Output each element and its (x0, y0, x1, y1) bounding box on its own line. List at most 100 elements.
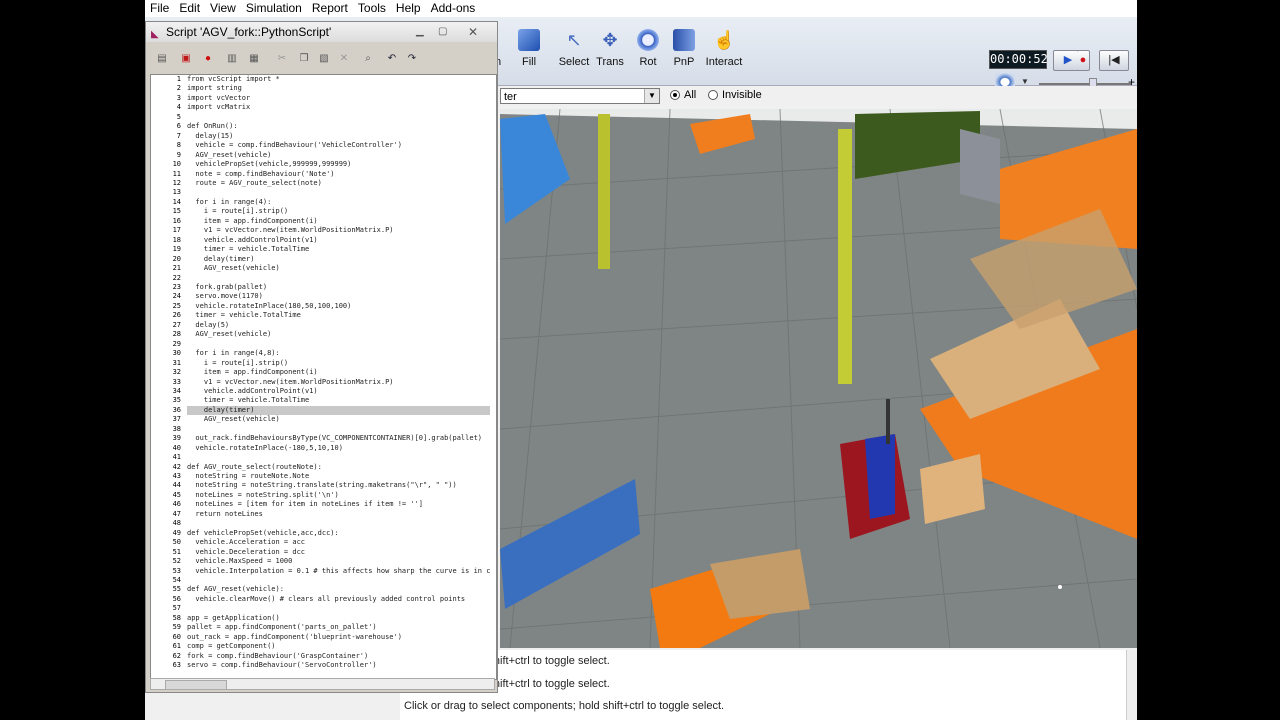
compile-icon[interactable]: ▣ (176, 49, 196, 69)
code-line[interactable]: vehicle.Acceleration = acc (187, 538, 490, 547)
code-line[interactable] (187, 576, 490, 585)
menu-file[interactable]: File (145, 0, 174, 16)
code-line[interactable]: timer = vehicle.TotalTime (187, 245, 490, 254)
script-title-bar[interactable]: ◣ Script 'AGV_fork::PythonScript' ▁ ▢ ✕ (146, 22, 497, 42)
undo-icon[interactable]: ↶ (382, 49, 402, 69)
paste-icon[interactable]: ▧ (314, 49, 334, 69)
code-line[interactable]: from vcScript import * (187, 75, 490, 84)
code-line[interactable]: vehicle.rotateInPlace(-180,5,10,10) (187, 444, 490, 453)
code-line[interactable] (187, 425, 490, 434)
speed-slider[interactable]: + (1039, 75, 1135, 91)
code-line[interactable]: route = AGV_route_select(note) (187, 179, 490, 188)
copy-icon[interactable]: ❐ (294, 49, 314, 69)
code-line[interactable]: servo.move(1170) (187, 292, 490, 301)
code-line[interactable]: for i in range(4,8): (187, 349, 490, 358)
speed-dropdown-arrow[interactable]: ▼ (1021, 77, 1029, 86)
console-scrollbar[interactable] (1126, 650, 1137, 720)
code-line[interactable]: noteLines = [item for item in noteLines … (187, 500, 490, 509)
code-line[interactable]: noteString = noteString.translate(string… (187, 481, 490, 490)
code-editor[interactable]: 1 2 3 4 5 6 7 8 9 10 11 12 13 14 15 16 17 18 19 20 21 22 23 24 2… (150, 74, 497, 680)
3d-viewport[interactable] (500, 109, 1137, 648)
code-line[interactable]: def OnRun(): (187, 122, 490, 131)
filter-invisible-radio[interactable] (708, 90, 718, 100)
code-line[interactable]: import vcVector (187, 94, 490, 103)
code-line[interactable] (187, 113, 490, 122)
cut-icon[interactable]: ✂ (272, 49, 292, 69)
code-line[interactable]: def AGV_reset(vehicle): (187, 585, 490, 594)
code-line[interactable] (187, 188, 490, 197)
code-line[interactable]: fork.grab(pallet) (187, 283, 490, 292)
code-line[interactable]: vehicle.Deceleration = dcc (187, 548, 490, 557)
code-line[interactable]: item = app.findComponent(i) (187, 217, 490, 226)
code-line[interactable]: delay(5) (187, 321, 490, 330)
code-line[interactable]: out_rack.findBehavioursByType(VC_COMPONE… (187, 434, 490, 443)
code-line[interactable]: vehicle.addControlPoint(v1) (187, 387, 490, 396)
code-line[interactable]: def vehiclePropSet(vehicle,acc,dcc): (187, 529, 490, 538)
code-line[interactable]: pallet = app.findComponent('parts_on_pal… (187, 623, 490, 632)
reset-button[interactable]: |◀ (1099, 50, 1129, 71)
code-line[interactable] (187, 340, 490, 349)
find-icon[interactable]: ⌕ (358, 49, 378, 69)
record-button[interactable]: ● (1077, 50, 1090, 71)
filter-all-radio[interactable] (670, 90, 680, 100)
code-line[interactable]: out_rack = app.findComponent('blueprint-… (187, 633, 490, 642)
code-line[interactable]: import vcMatrix (187, 103, 490, 112)
code-line[interactable] (187, 274, 490, 283)
code-line[interactable]: import string (187, 84, 490, 93)
tool-rot-button[interactable]: Rot (629, 29, 667, 68)
code-line[interactable]: v1 = vcVector.new(item.WorldPositionMatr… (187, 378, 490, 387)
code-line[interactable]: item = app.findComponent(i) (187, 368, 490, 377)
code-line[interactable]: def AGV_route_select(routeNote): (187, 463, 490, 472)
code-text[interactable]: from vcScript import * import string impor… (187, 75, 491, 671)
code-line[interactable]: AGV_reset(vehicle) (187, 151, 490, 160)
code-line[interactable]: vehicle = comp.findBehaviour('VehicleCon… (187, 141, 490, 150)
code-line[interactable] (187, 453, 490, 462)
menu-edit[interactable]: Edit (174, 0, 205, 16)
code-line[interactable]: app = getApplication() (187, 614, 490, 623)
menu-tools[interactable]: Tools (353, 0, 391, 16)
tool-fill-button[interactable]: Fill (510, 29, 548, 68)
code-line[interactable]: vehicle.Interpolation = 0.1 # this affec… (187, 567, 490, 576)
code-line[interactable]: for i in range(4): (187, 198, 490, 207)
code-line[interactable]: AGV_reset(vehicle) (187, 330, 490, 339)
minimize-icon[interactable]: ▁ (416, 22, 424, 42)
code-line[interactable]: servo = comp.findBehaviour('ServoControl… (187, 661, 490, 670)
tool-trans-button[interactable]: ✥ Trans (591, 29, 629, 68)
code-line[interactable]: delay(15) (187, 132, 490, 141)
menu-view[interactable]: View (205, 0, 241, 16)
new-script-icon[interactable]: ▤ (152, 49, 172, 69)
code-line[interactable]: v1 = vcVector.new(item.WorldPositionMatr… (187, 226, 490, 235)
code-line[interactable]: fork = comp.findBehaviour('GraspContaine… (187, 652, 490, 661)
code-line[interactable]: vehicle.addControlPoint(v1) (187, 236, 490, 245)
menu-add-ons[interactable]: Add-ons (426, 0, 481, 16)
delete-icon[interactable]: ✕ (334, 49, 354, 69)
code-line[interactable]: i = route[i].strip() (187, 359, 490, 368)
code-line[interactable]: vehicle.MaxSpeed = 1000 (187, 557, 490, 566)
code-line[interactable]: noteLines = noteString.split('\n') (187, 491, 490, 500)
menu-help[interactable]: Help (391, 0, 426, 16)
run-icon[interactable]: ● (198, 49, 218, 69)
code-line[interactable]: AGV_reset(vehicle) (187, 264, 490, 273)
code-line[interactable]: vehicle.clearMove() # clears all previou… (187, 595, 490, 604)
code-line[interactable]: timer = vehicle.TotalTime (187, 311, 490, 320)
close-icon[interactable]: ✕ (468, 22, 478, 42)
horizontal-scrollbar[interactable] (150, 678, 495, 690)
code-line[interactable] (187, 604, 490, 613)
code-line[interactable]: delay(timer) (187, 255, 490, 264)
code-line[interactable]: comp = getComponent() (187, 642, 490, 651)
code-line[interactable] (187, 519, 490, 528)
tool-select-button[interactable]: ↖ Select (555, 29, 593, 68)
tool-pnp-button[interactable]: PnP (665, 29, 703, 68)
code-line[interactable]: i = route[i].strip() (187, 207, 490, 216)
tool-interact-button[interactable]: ☝ Interact (702, 29, 746, 68)
step-icon[interactable]: ▥ (222, 49, 242, 69)
code-line[interactable]: AGV_reset(vehicle) (187, 415, 490, 424)
code-line[interactable]: vehiclePropSet(vehicle,999999,999999) (187, 160, 490, 169)
maximize-icon[interactable]: ▢ (438, 22, 447, 42)
code-line[interactable]: return noteLines (187, 510, 490, 519)
menu-report[interactable]: Report (307, 0, 353, 16)
menu-simulation[interactable]: Simulation (241, 0, 307, 16)
stop-icon[interactable]: ▦ (244, 49, 264, 69)
filter-combo[interactable]: ter ▼ (500, 88, 660, 104)
code-line[interactable]: vehicle.rotateInPlace(180,50,100,100) (187, 302, 490, 311)
